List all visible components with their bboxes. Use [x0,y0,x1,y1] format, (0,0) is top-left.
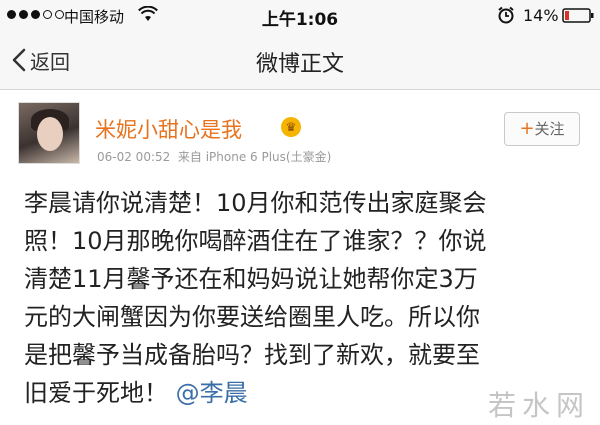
post-text-line: 元的大闸蟹因为你要送给圈里人吃。所以你 [24,303,480,331]
avatar[interactable] [18,102,80,164]
post-body: 李晨请你说清楚！10月你和范传出家庭聚会 照！10月那晚你喝醉酒住在了谁家？？你… [24,184,590,412]
watermark: 若水网 [488,389,591,422]
navigation-bar: 返回 微博正文 [0,30,600,90]
page-title: 微博正文 [255,52,344,77]
post-header: 米妮小甜心是我 ♛ 06-02 00:52 来自 iPhone 6 Plus(土… [0,90,600,170]
post-text-line: 是把馨予当成备胎吗？找到了新欢，就要至 [24,341,480,369]
username[interactable]: 米妮小甜心是我 [95,114,242,144]
post-date: 06-02 00:52 [97,150,171,164]
plus-icon: + [519,118,535,139]
vip-badge-icon: ♛ [281,117,301,137]
post-text-line: 李晨请你说清楚！10月你和范传出家庭聚会 [24,189,487,217]
alarm-clock-icon [498,6,514,24]
follow-button[interactable]: +关注 [504,112,580,146]
follow-label: 关注 [534,120,565,138]
status-bar: 中国移动 上午1:06 14% [0,0,600,30]
post-text-line: 清楚11月馨予还在和妈妈说让她帮你定3万 [24,265,478,293]
battery-percentage: 14% [523,6,559,25]
post-meta: 06-02 00:52 来自 iPhone 6 Plus(土豪金) [97,148,331,165]
battery-icon [562,8,594,23]
mention-link[interactable]: @李晨 [176,379,248,407]
post-source: 来自 iPhone 6 Plus(土豪金) [177,150,332,164]
post-text-line: 照！10月那晚你喝醉酒住在了谁家？？你说 [24,227,487,255]
post-text-line: 旧爱于死地！ [24,379,168,407]
